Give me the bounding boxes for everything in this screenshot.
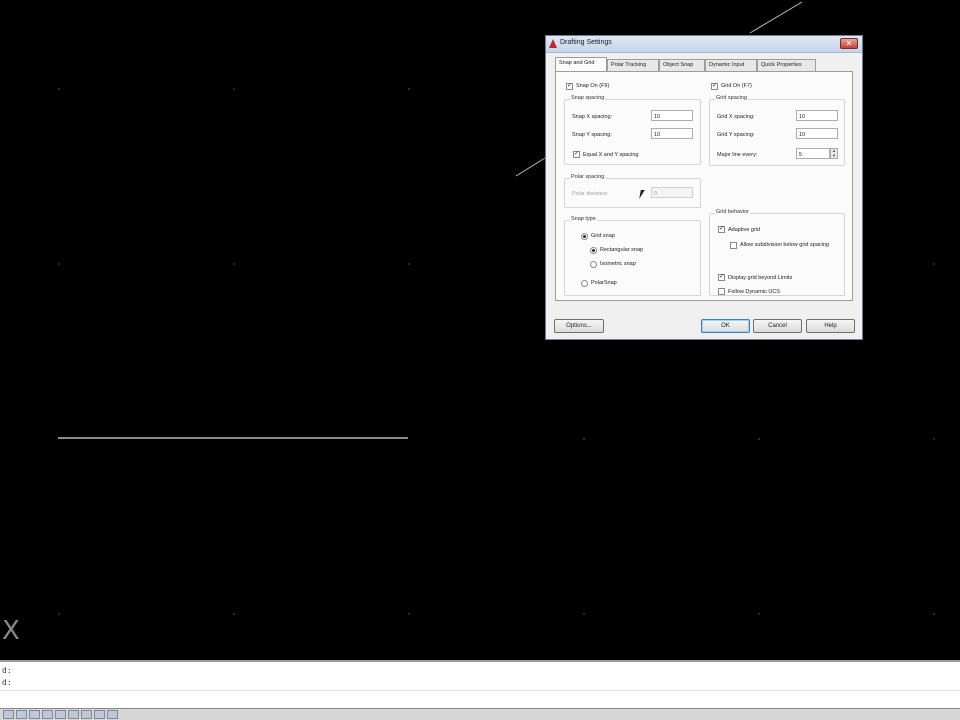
polar-distance-input[interactable]	[651, 187, 693, 198]
follow-dynamic-ucs-label: Follow Dynamic UCS	[728, 289, 780, 295]
help-button[interactable]: Help	[806, 319, 855, 333]
status-otrack-button[interactable]	[68, 710, 79, 719]
status-bar	[0, 708, 960, 720]
snap-on-checkbox[interactable]: ✓	[566, 83, 573, 90]
tab-quick-properties[interactable]: Quick Properties	[757, 59, 816, 71]
grid-behavior-group	[709, 213, 845, 296]
grid-x-spacing-input[interactable]	[796, 110, 838, 121]
grid-x-spacing-label: Grid X spacing:	[717, 114, 755, 120]
grid-on-checkbox[interactable]: ✓	[711, 83, 718, 90]
snap-type-title: Snap type	[570, 216, 597, 222]
rectangular-snap-radio[interactable]	[590, 247, 597, 254]
equal-xy-spacing-checkbox[interactable]: ✓	[573, 151, 580, 158]
isometric-snap-label: Isometric snap	[600, 261, 636, 267]
adaptive-grid-label: Adaptive grid	[728, 227, 761, 233]
status-osnap-button[interactable]	[55, 710, 66, 719]
tab-dynamic-input[interactable]: Dynamic Input	[705, 59, 757, 71]
options-button[interactable]: Options...	[554, 319, 604, 333]
close-button[interactable]: ✕	[840, 38, 858, 49]
close-icon: ✕	[845, 39, 853, 48]
rectangular-snap-label: Rectangular snap	[600, 247, 644, 253]
status-dyn-button[interactable]	[94, 710, 105, 719]
major-line-every-input[interactable]	[796, 148, 830, 159]
adaptive-grid-checkbox[interactable]: ✓	[718, 226, 725, 233]
major-line-every-label: Major line every:	[717, 152, 758, 158]
polar-spacing-title: Polar spacing	[570, 174, 606, 180]
allow-subdivision-checkbox[interactable]	[730, 242, 737, 249]
tab-polar-tracking[interactable]: Polar Tracking	[607, 59, 659, 71]
status-grid-button[interactable]	[16, 710, 27, 719]
autocad-app-icon	[549, 39, 557, 48]
status-lwt-button[interactable]	[107, 710, 118, 719]
snap-y-spacing-label: Snap Y spacing:	[572, 132, 612, 138]
grid-y-spacing-input[interactable]	[796, 128, 838, 139]
drawn-line-diagonal-top	[749, 1, 803, 34]
command-history-line-1: d:	[2, 666, 12, 675]
tab-snap-and-grid[interactable]: Snap and Grid	[555, 57, 607, 72]
snap-and-grid-panel: ✓ Snap On (F9) Snap spacing Snap X spaci…	[555, 71, 853, 301]
grid-snap-label: Grid snap	[591, 233, 615, 239]
tab-object-snap[interactable]: Object Snap	[659, 59, 705, 71]
snap-spacing-title: Snap spacing	[570, 95, 606, 101]
cancel-button[interactable]: Cancel	[753, 319, 802, 333]
mouse-cursor-icon	[639, 190, 649, 199]
allow-subdivision-label: Allow subdivision below grid spacing	[740, 242, 829, 248]
ok-button[interactable]: OK	[701, 319, 750, 333]
command-separator	[0, 690, 960, 691]
spinner-down-icon: ▼	[832, 152, 836, 158]
polar-distance-label: Polar distance:	[572, 191, 609, 197]
grid-spacing-title: Grid spacing	[715, 95, 748, 101]
status-ducs-button[interactable]	[81, 710, 92, 719]
drafting-settings-dialog: Drafting Settings ✕ Snap and Grid Polar …	[545, 35, 863, 340]
dialog-title: Drafting Settings	[560, 39, 612, 46]
ucs-axis-label: X	[2, 616, 20, 646]
grid-y-spacing-label: Grid Y spacing:	[717, 132, 755, 138]
display-beyond-limits-label: Display grid beyond Limits	[728, 275, 793, 281]
snap-x-spacing-input[interactable]	[651, 110, 693, 121]
snap-x-spacing-label: Snap X spacing:	[572, 114, 613, 120]
grid-snap-radio[interactable]	[581, 233, 588, 240]
dialog-titlebar[interactable]: Drafting Settings ✕	[546, 36, 862, 53]
command-history-line-2: d:	[2, 678, 12, 687]
equal-xy-spacing-label: Equal X and Y spacing	[583, 152, 639, 158]
polarsnap-label: PolarSnap	[591, 280, 617, 286]
status-snap-button[interactable]	[3, 710, 14, 719]
drawn-line-diagonal-left	[515, 157, 546, 177]
follow-dynamic-ucs-checkbox[interactable]	[718, 288, 725, 295]
snap-y-spacing-input[interactable]	[651, 128, 693, 139]
display-beyond-limits-checkbox[interactable]: ✓	[718, 274, 725, 281]
status-polar-button[interactable]	[42, 710, 53, 719]
command-line-area[interactable]: d: d:	[0, 660, 960, 708]
status-ortho-button[interactable]	[29, 710, 40, 719]
snap-on-label: Snap On (F9)	[576, 83, 610, 89]
grid-on-label: Grid On (F7)	[721, 83, 752, 89]
grid-behavior-title: Grid behavior	[715, 209, 751, 215]
isometric-snap-radio[interactable]	[590, 261, 597, 268]
major-line-spinner[interactable]: ▲ ▼	[830, 148, 838, 159]
polarsnap-radio[interactable]	[581, 280, 588, 287]
